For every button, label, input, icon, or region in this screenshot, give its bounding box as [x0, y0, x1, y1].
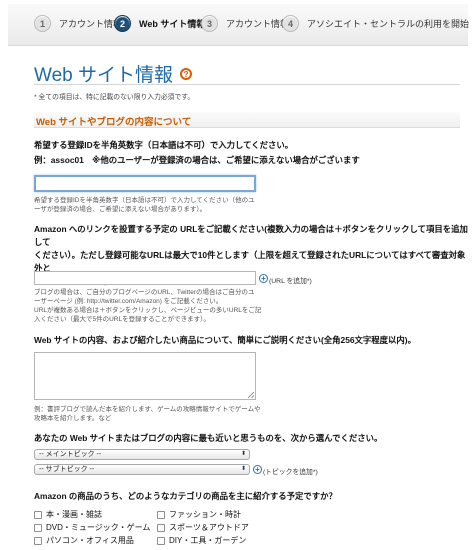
add-url-label[interactable]: (URL を追加*)	[269, 275, 312, 285]
checkbox-label: DIY・工具・ガーデン	[169, 536, 247, 545]
step-number: 1	[34, 15, 51, 32]
step-number: 4	[282, 15, 299, 32]
store-id-input[interactable]	[34, 175, 256, 192]
step-1: 1 アカウント情報	[34, 15, 122, 32]
category-checkbox-dvd-music-game[interactable]: DVD・ミュージック・ゲーム	[34, 522, 150, 533]
description-help: 例：書評ブログで読んだ本を紹介します、ゲームの攻略情報サイトでゲームや 攻略本を…	[34, 405, 261, 423]
checkbox[interactable]	[34, 536, 42, 545]
main-topic-select[interactable]: -- メイントピック -- ⬍	[34, 449, 250, 460]
step-2-current: 2 Web サイト情報	[114, 15, 205, 32]
category-checkbox-pc-office[interactable]: パソコン・オフィス用品	[34, 535, 134, 546]
step-label: Web サイト情報	[139, 19, 206, 29]
select-arrows-icon: ⬍	[240, 451, 246, 457]
select-arrows-icon: ⬍	[240, 466, 246, 472]
step-label: アカウント情報	[59, 19, 123, 29]
add-topic-plus-icon[interactable]: +	[253, 465, 262, 474]
checkbox[interactable]	[157, 536, 165, 545]
checkbox[interactable]	[34, 523, 42, 532]
url-input[interactable]	[34, 271, 256, 285]
checkbox-label: ファッション・時計	[169, 510, 241, 519]
step-label: アソシエイト・セントラルの利用を開始	[307, 19, 470, 29]
checkbox[interactable]	[157, 510, 165, 519]
page-title-text: Web サイト情報	[34, 65, 174, 86]
store-id-question: 希望する登録IDを半角英数字（日本語は不可）で入力してください。	[34, 140, 294, 150]
step-3: 3 アカウント情報	[201, 15, 289, 32]
help-line: ーザが登録済の場合、ご希望に添えない場合があります）。	[34, 206, 207, 213]
title-divider	[34, 84, 460, 85]
section-heading: Web サイトやブログの内容について	[34, 112, 460, 128]
help-line: URLが複数ある場合は＋ボタンをクリックし、ページビューの多いURLをご記	[34, 307, 262, 314]
checkbox[interactable]	[157, 523, 165, 532]
url-help: ブログの場合は、ご自分のブログページのURL、Twitterの場合はご自分のユ …	[34, 288, 261, 324]
step-number: 3	[201, 15, 218, 32]
category-checkbox-books[interactable]: 本・漫画・雑誌	[34, 509, 102, 520]
description-question: Web サイトの内容、および紹介したい商品について、簡単にご説明ください(全角2…	[34, 335, 416, 345]
help-line: ーザーページ (例: http://twitter.com/Amazon) をご…	[34, 298, 223, 305]
resize-grip-icon[interactable]	[248, 392, 254, 398]
page-title: Web サイト情報 ?	[34, 60, 193, 87]
categories-question: Amazon の商品のうち、どのようなカテゴリの商品を主に紹介する予定ですか？	[34, 491, 337, 501]
checkbox-label: 本・漫画・雑誌	[46, 510, 102, 519]
checkbox[interactable]	[34, 510, 42, 519]
sub-topic-select[interactable]: -- サブトピック -- ⬍	[34, 464, 250, 475]
add-url-plus-icon[interactable]: +	[259, 274, 268, 283]
topics-question: あなたの Web サイトまたはブログの内容に最も近いと思うものを、次から選んでく…	[34, 433, 383, 443]
description-textarea[interactable]	[34, 352, 256, 400]
category-checkbox-sports-outdoor[interactable]: スポーツ＆アウトドア	[157, 522, 249, 533]
help-icon[interactable]: ?	[180, 67, 193, 80]
category-checkbox-fashion-watch[interactable]: ファッション・時計	[157, 509, 241, 520]
step-number: 2	[114, 15, 131, 32]
main-topic-value: -- メイントピック --	[39, 451, 102, 458]
add-topic-label[interactable]: (トピックを追加*)	[263, 466, 318, 476]
store-id-help: 希望する登録IDを半角英数字（日本語は不可）で入力してください（他のユ ーザが登…	[34, 196, 255, 214]
step-4: 4 アソシエイト・セントラルの利用を開始	[282, 15, 469, 32]
checkbox-label: パソコン・オフィス用品	[46, 536, 134, 545]
help-line: 例：書評ブログで読んだ本を紹介します、ゲームの攻略情報サイトでゲームや	[34, 406, 261, 413]
store-id-example: 例：assoc01 ※他のユーザーが登録済の場合は、ご希望に添えない場合がござい…	[34, 155, 360, 165]
category-checkbox-diy-garden[interactable]: DIY・工具・ガーデン	[157, 535, 246, 546]
sub-topic-value: -- サブトピック --	[39, 466, 95, 473]
help-line: 入ください（最大で5件のURLを登録することができます）。	[34, 316, 210, 323]
checkbox-label: DVD・ミュージック・ゲーム	[46, 523, 151, 532]
help-line: 攻略本を紹介します。など	[34, 415, 112, 422]
question-line: Amazon へのリンクを設置する予定の URLをご記載ください(複数入力の場合…	[34, 224, 468, 247]
checkbox-label: スポーツ＆アウトドア	[169, 523, 249, 532]
help-line: ブログの場合は、ご自分のブログページのURL、Twitterの場合はご自分のユ	[34, 289, 255, 296]
required-note: * 全ての項目は、特に記載のない限り入力必須です。	[34, 94, 195, 101]
step-label: アカウント情報	[226, 19, 290, 29]
progress-steps: 1 アカウント情報 2 Web サイト情報 3 アカウント情報 4 アソシエイト…	[8, 4, 469, 46]
help-line: 希望する登録IDを半角英数字（日本語は不可）で入力してください（他のユ	[34, 197, 255, 204]
